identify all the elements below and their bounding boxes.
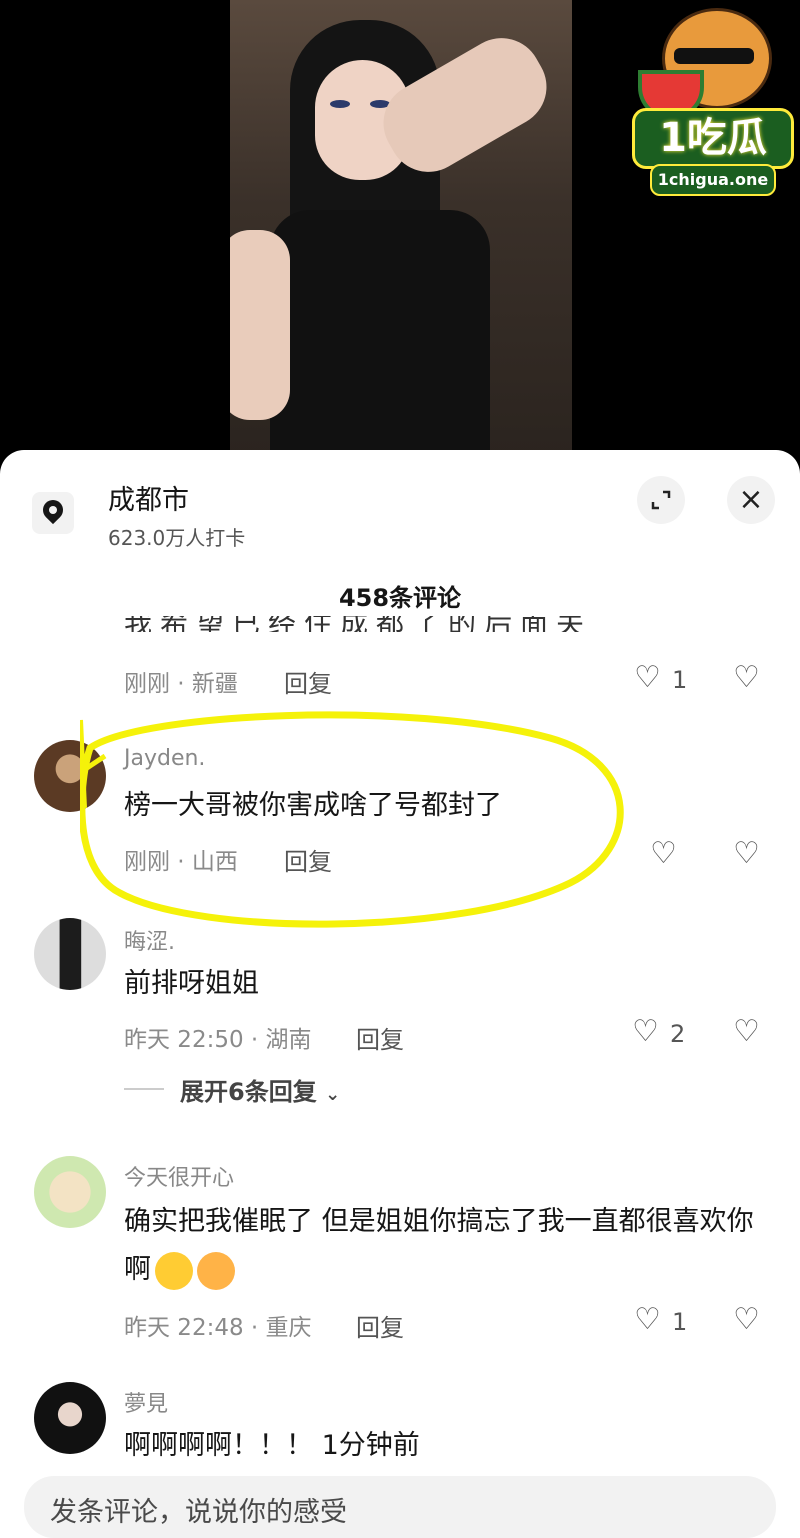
divider: [124, 1088, 164, 1090]
comment-text-cutoff: 我希望已经住成都了的后面关了了吧: [124, 616, 614, 632]
watermark-logo: 1吃瓜 1chigua.one: [632, 8, 794, 198]
comment-input[interactable]: 发条评论，说说你的感受: [24, 1476, 776, 1538]
emoji-icon: [155, 1251, 193, 1290]
reply-button[interactable]: 回复: [356, 1308, 404, 1343]
emoji-icon: [197, 1251, 235, 1290]
video-eye-left: [330, 100, 350, 108]
comment-count: 458条评论: [338, 584, 462, 612]
watermark-url: 1chigua.one: [650, 164, 776, 196]
video-dress: [270, 210, 490, 455]
location-name[interactable]: 成都市: [108, 478, 189, 517]
watermark-brand: 1吃瓜: [632, 108, 794, 169]
comment-text: 确实把我催眠了 但是姐姐你搞忘了我一直都很喜欢你啊: [124, 1198, 774, 1294]
heart-icon: ♡: [650, 836, 677, 871]
comment-meta: 昨天 22:48 · 重庆: [124, 1315, 312, 1341]
like-button[interactable]: ♡: [634, 660, 661, 695]
comment-author[interactable]: 夢見: [124, 1386, 168, 1418]
location-pin-icon[interactable]: [32, 492, 74, 534]
dislike-button[interactable]: ♡: [733, 836, 760, 871]
like-button[interactable]: ♡: [634, 1302, 661, 1337]
broken-heart-icon: ♡: [733, 1302, 760, 1337]
dislike-button[interactable]: ♡: [733, 660, 760, 695]
reply-button[interactable]: 回复: [356, 1020, 404, 1055]
close-icon: ×: [738, 482, 764, 517]
comment-author[interactable]: 今天很开心: [124, 1160, 234, 1192]
highlight-annotation: [80, 711, 624, 928]
comment-author[interactable]: 晦涩.: [124, 924, 175, 956]
avatar[interactable]: [34, 1156, 106, 1228]
expand-icon: [651, 490, 671, 510]
like-count: 2: [670, 1020, 686, 1048]
dislike-button[interactable]: ♡: [733, 1014, 760, 1049]
video-arm-left: [230, 230, 290, 420]
chevron-down-icon: ⌄: [325, 1084, 341, 1105]
like-count: 1: [672, 1308, 688, 1336]
comment-sheet: 成都市 623.0万人打卡 × 458条评论 我希望已经住成都了的后面关了了吧 …: [0, 450, 800, 1538]
broken-heart-icon: ♡: [733, 836, 760, 871]
expand-button[interactable]: [637, 476, 685, 524]
broken-heart-icon: ♡: [733, 1014, 760, 1049]
location-checkins: 623.0万人打卡: [108, 526, 246, 550]
like-button[interactable]: ♡: [650, 836, 677, 871]
video-frame[interactable]: [230, 0, 572, 455]
heart-icon: ♡: [634, 1302, 661, 1337]
close-button[interactable]: ×: [727, 476, 775, 524]
reply-button[interactable]: 回复: [284, 664, 332, 699]
avatar[interactable]: [34, 1382, 106, 1454]
like-button[interactable]: ♡: [632, 1014, 659, 1049]
like-count: 1: [672, 666, 688, 694]
comment-meta: 昨天 22:50 · 湖南: [124, 1027, 312, 1053]
broken-heart-icon: ♡: [733, 660, 760, 695]
comment-input-placeholder: 发条评论，说说你的感受: [50, 1497, 347, 1528]
comment-meta: 刚刚 · 新疆: [124, 671, 238, 697]
expand-replies-label: 展开6条回复: [180, 1078, 317, 1106]
avatar[interactable]: [34, 918, 106, 990]
comment-input-bar: 发条评论，说说你的感受: [0, 1462, 800, 1538]
dislike-button[interactable]: ♡: [733, 1302, 760, 1337]
sunglasses-icon: [674, 48, 754, 64]
heart-icon: ♡: [634, 660, 661, 695]
heart-icon: ♡: [632, 1014, 659, 1049]
comment-text: 前排呀姐姐: [124, 968, 259, 999]
